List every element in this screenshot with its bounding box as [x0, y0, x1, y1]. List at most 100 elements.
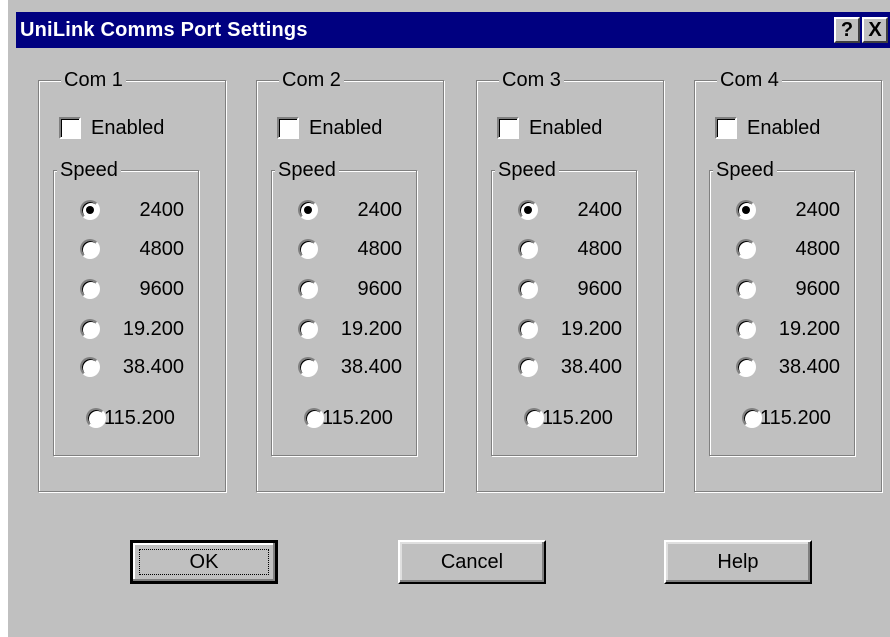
enabled-label[interactable]: Enabled [747, 117, 820, 139]
speed-option-19200[interactable]: 19.200 [272, 318, 412, 342]
radio-button[interactable] [80, 239, 100, 259]
radio-button[interactable] [298, 239, 318, 259]
speed-label: 4800 [795, 238, 841, 260]
radio-button[interactable] [298, 357, 318, 377]
speed-label: 19.200 [122, 318, 184, 340]
speed-option-115200[interactable]: 115.200 [710, 407, 850, 431]
radio-button[interactable] [736, 357, 756, 377]
speed-option-9600[interactable]: 9600 [492, 278, 632, 302]
radio-selected-dot [524, 206, 532, 214]
focus-rectangle [139, 549, 269, 575]
speed-option-2400[interactable]: 2400 [710, 199, 850, 223]
speed-title: Speed [713, 160, 777, 180]
speed-option-19200[interactable]: 19.200 [492, 318, 632, 342]
speed-label: 9600 [577, 278, 623, 300]
radio-button[interactable] [298, 279, 318, 299]
speed-option-2400[interactable]: 2400 [272, 199, 412, 223]
speed-option-115200[interactable]: 115.200 [54, 407, 194, 431]
speed-title: Speed [57, 160, 121, 180]
help-button[interactable]: Help [664, 540, 812, 584]
speed-option-38400[interactable]: 38.400 [710, 356, 850, 380]
speed-label: 9600 [357, 278, 403, 300]
speed-option-4800[interactable]: 4800 [710, 238, 850, 262]
enabled-checkbox[interactable] [497, 117, 519, 139]
speed-option-9600[interactable]: 9600 [710, 278, 850, 302]
speed-label: 2400 [577, 199, 623, 221]
speed-option-38400[interactable]: 38.400 [272, 356, 412, 380]
speed-option-4800[interactable]: 4800 [272, 238, 412, 262]
speed-option-9600[interactable]: 9600 [54, 278, 194, 302]
window-title: UniLink Comms Port Settings [20, 19, 308, 41]
radio-button[interactable] [742, 408, 762, 428]
speed-label: 9600 [795, 278, 841, 300]
speed-label: 19.200 [560, 318, 622, 340]
help-button-label: Help [717, 551, 759, 573]
speed-option-2400[interactable]: 2400 [54, 199, 194, 223]
radio-button[interactable] [518, 200, 538, 220]
radio-button[interactable] [80, 279, 100, 299]
speed-option-4800[interactable]: 4800 [492, 238, 632, 262]
com-port-title: Com 3 [499, 70, 564, 90]
radio-selected-dot [742, 206, 750, 214]
title-bar[interactable]: UniLink Comms Port Settings ? X [16, 12, 890, 48]
help-question-icon[interactable]: ? [834, 17, 860, 43]
enabled-label[interactable]: Enabled [91, 117, 164, 139]
close-icon[interactable]: X [862, 17, 888, 43]
radio-button[interactable] [736, 279, 756, 299]
com-port-title: Com 1 [61, 70, 126, 90]
com-port-group-1: Com 1 Enabled Speed 2400 4800 9600 19.200 38.40… [38, 70, 226, 492]
radio-button[interactable] [518, 279, 538, 299]
speed-label: 115.200 [542, 407, 613, 429]
com-port-group-4: Com 4 Enabled Speed 2400 4800 9600 19.200 38.40… [694, 70, 882, 492]
speed-label: 19.200 [340, 318, 402, 340]
speed-option-4800[interactable]: 4800 [54, 238, 194, 262]
speed-option-115200[interactable]: 115.200 [272, 407, 412, 431]
speed-option-115200[interactable]: 115.200 [492, 407, 632, 431]
speed-label: 4800 [577, 238, 623, 260]
speed-label: 38.400 [778, 356, 840, 378]
speed-label: 2400 [795, 199, 841, 221]
speed-label: 38.400 [122, 356, 184, 378]
speed-title: Speed [495, 160, 559, 180]
com-port-title: Com 2 [279, 70, 344, 90]
radio-button[interactable] [736, 239, 756, 259]
enabled-checkbox[interactable] [277, 117, 299, 139]
enabled-label[interactable]: Enabled [529, 117, 602, 139]
speed-label: 115.200 [104, 407, 175, 429]
radio-button[interactable] [518, 357, 538, 377]
speed-option-19200[interactable]: 19.200 [710, 318, 850, 342]
cancel-button-label: Cancel [440, 551, 504, 573]
speed-option-2400[interactable]: 2400 [492, 199, 632, 223]
enabled-checkbox[interactable] [715, 117, 737, 139]
radio-button[interactable] [736, 319, 756, 339]
speed-label: 4800 [357, 238, 403, 260]
radio-button[interactable] [518, 239, 538, 259]
radio-button[interactable] [736, 200, 756, 220]
radio-button[interactable] [80, 357, 100, 377]
speed-option-38400[interactable]: 38.400 [54, 356, 194, 380]
enabled-label[interactable]: Enabled [309, 117, 382, 139]
enabled-checkbox[interactable] [59, 117, 81, 139]
radio-button[interactable] [298, 200, 318, 220]
ok-button[interactable]: OK [130, 540, 278, 584]
speed-label: 4800 [139, 238, 185, 260]
speed-group: Speed 2400 4800 9600 19.200 38.400 115.200 [271, 160, 417, 456]
radio-selected-dot [304, 206, 312, 214]
radio-button[interactable] [518, 319, 538, 339]
radio-button[interactable] [524, 408, 544, 428]
speed-option-38400[interactable]: 38.400 [492, 356, 632, 380]
radio-button[interactable] [298, 319, 318, 339]
radio-button[interactable] [86, 408, 106, 428]
speed-option-9600[interactable]: 9600 [272, 278, 412, 302]
speed-title: Speed [275, 160, 339, 180]
comms-port-settings-dialog: UniLink Comms Port Settings ? X Com 1 Ena… [0, 0, 890, 637]
speed-label: 38.400 [340, 356, 402, 378]
com-port-title: Com 4 [717, 70, 782, 90]
radio-button[interactable] [304, 408, 324, 428]
speed-group: Speed 2400 4800 9600 19.200 38.400 115.200 [491, 160, 637, 456]
speed-label: 2400 [357, 199, 403, 221]
radio-button[interactable] [80, 319, 100, 339]
cancel-button[interactable]: Cancel [398, 540, 546, 584]
speed-option-19200[interactable]: 19.200 [54, 318, 194, 342]
radio-button[interactable] [80, 200, 100, 220]
